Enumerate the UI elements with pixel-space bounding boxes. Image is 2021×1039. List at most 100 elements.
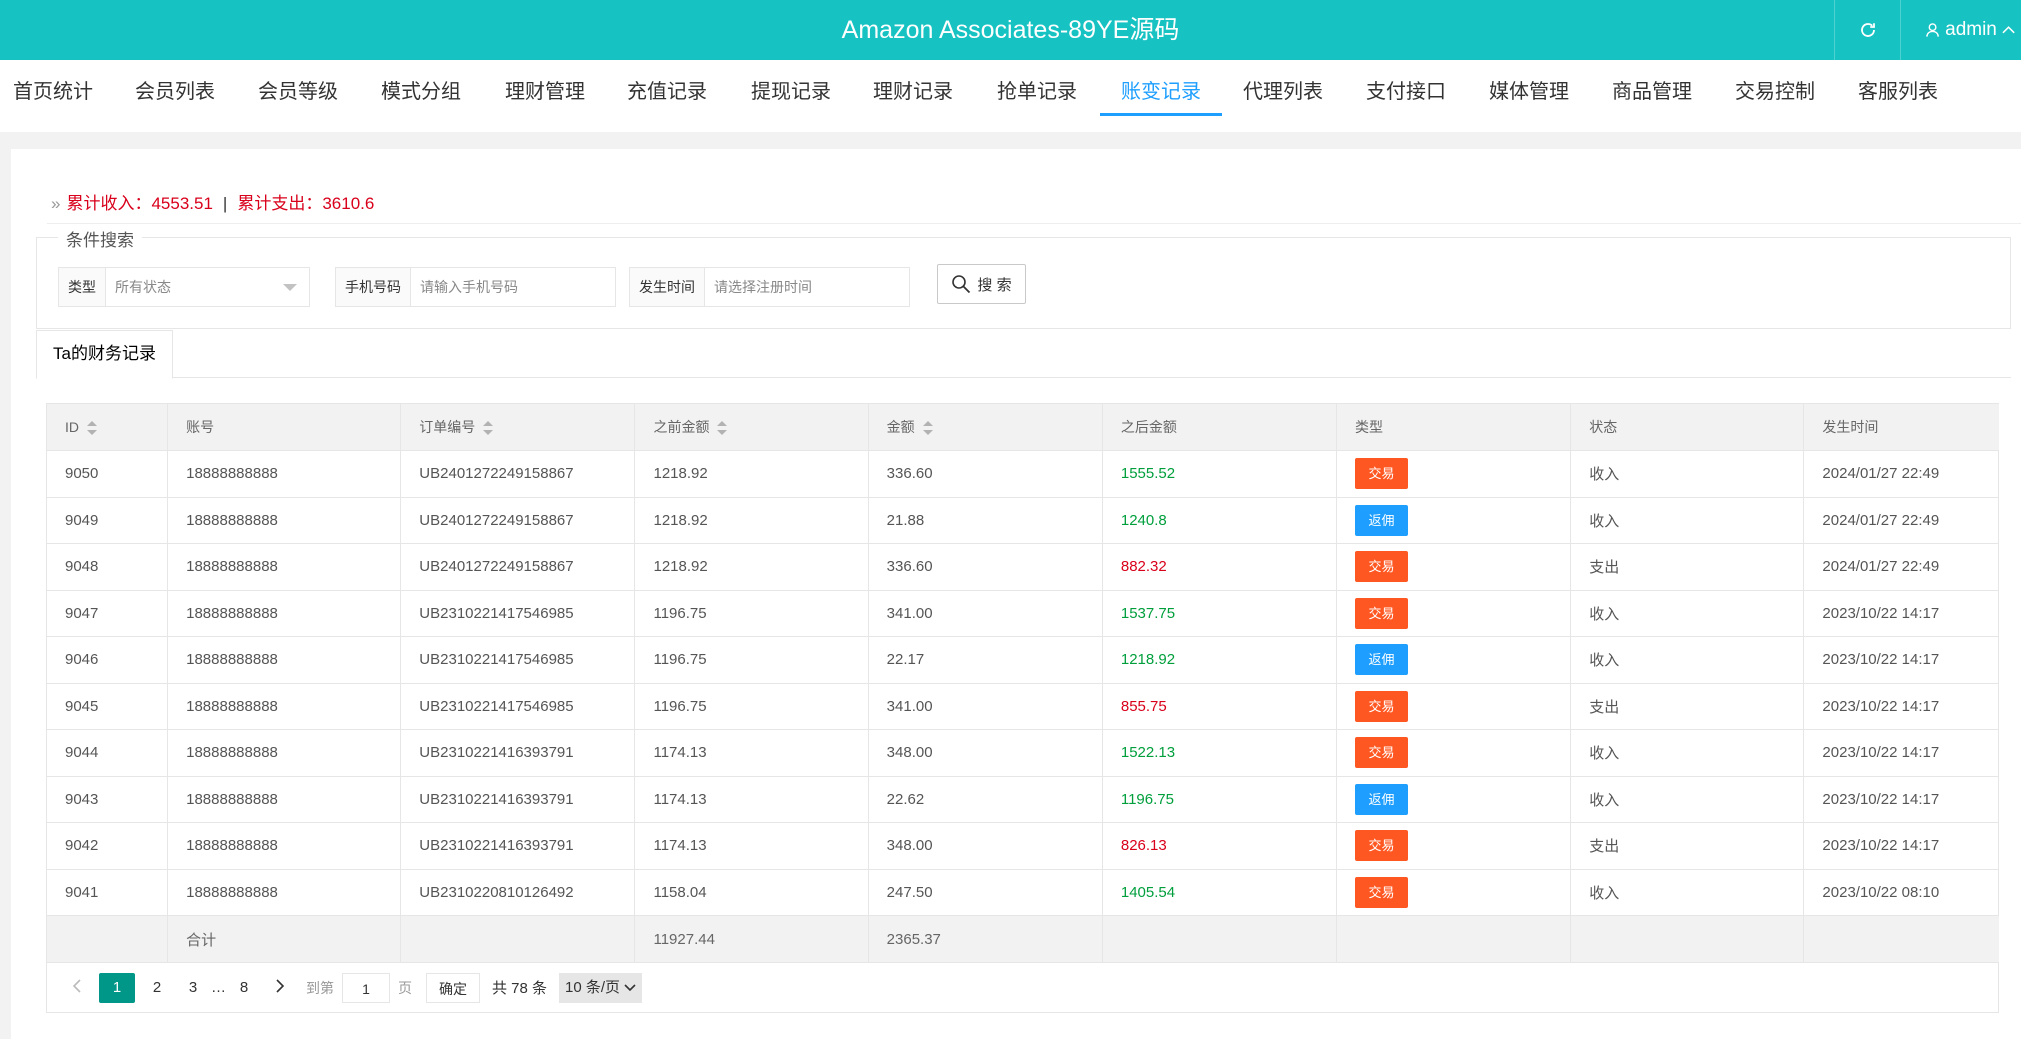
cell-amount: 341.00	[868, 590, 1103, 637]
col-amount[interactable]: 金额	[868, 404, 1103, 451]
nav-item-payment-gateway[interactable]: 支付接口	[1353, 60, 1459, 132]
goto-page-input[interactable]: 1	[342, 972, 390, 1003]
nav-item-recharge-records[interactable]: 充值记录	[614, 60, 720, 132]
trade-badge[interactable]: 交易	[1355, 551, 1409, 583]
summary-separator: |	[222, 194, 228, 213]
cell-id: 9048	[47, 543, 169, 591]
col-account: 账号	[167, 404, 402, 451]
cell-type: 返佣	[1336, 636, 1572, 684]
trade-badge[interactable]: 交易	[1355, 737, 1409, 769]
table-row: 9043 18888888888 UB2310221416393791 1174.13…	[47, 776, 1999, 823]
nav-item-media-manage[interactable]: 媒体管理	[1476, 60, 1582, 132]
col-id[interactable]: ID	[47, 404, 169, 451]
chevron-down-icon	[624, 983, 636, 991]
type-select[interactable]: 所有状态	[106, 268, 309, 306]
cell-type: 交易	[1336, 683, 1572, 730]
sort-icon[interactable]	[87, 421, 97, 436]
total-before-amount: 11927.44	[634, 915, 869, 962]
search-icon	[952, 275, 971, 294]
prev-page-button[interactable]	[59, 973, 95, 1003]
table-total-row: 合计 11927.44 2365.37	[47, 915, 1999, 962]
cell-amount: 22.17	[868, 636, 1103, 684]
sort-icon[interactable]	[483, 421, 494, 436]
sort-icon[interactable]	[717, 421, 728, 436]
nav-item-home-stats[interactable]: 首页统计	[0, 60, 106, 132]
cell-order-no: UB2310221416393791	[400, 776, 636, 823]
nav-item-member-list[interactable]: 会员列表	[122, 60, 228, 132]
nav-item-finance-manage[interactable]: 理财管理	[492, 60, 598, 132]
user-name: admin	[1945, 19, 1997, 40]
total-count: 共 78 条	[492, 980, 548, 997]
page-button-3[interactable]: 3	[175, 973, 211, 1003]
cell-type: 交易	[1336, 450, 1572, 498]
cell-id: 9044	[47, 729, 169, 777]
cell-type: 交易	[1336, 590, 1572, 637]
cell-account: 18888888888	[167, 776, 402, 823]
sort-icon[interactable]	[922, 421, 933, 436]
cell-order-no: UB2310221417546985	[400, 683, 636, 730]
page-button-2[interactable]: 2	[139, 973, 175, 1003]
rebate-badge[interactable]: 返佣	[1355, 504, 1409, 536]
cell-status: 支出	[1570, 822, 1805, 870]
expense-value: 3610.6	[322, 194, 375, 213]
nav-item-member-level[interactable]: 会员等级	[245, 60, 351, 132]
cell-time: 2023/10/22 14:17	[1803, 822, 1999, 870]
cell-account: 18888888888	[167, 729, 402, 777]
trade-badge[interactable]: 交易	[1355, 690, 1409, 722]
cell-account: 18888888888	[167, 590, 402, 637]
cell-amount: 336.60	[868, 450, 1103, 498]
expense-label: 累计支出：	[237, 194, 323, 213]
col-order-no[interactable]: 订单编号	[400, 404, 636, 451]
records-table: ID 账号 订单编号 之前金额 金额 之后金额 类型 状态 发生时间 9050 1…	[46, 403, 1999, 1013]
nav-item-service-list[interactable]: 客服列表	[1845, 60, 1951, 132]
cell-status: 收入	[1570, 729, 1805, 777]
user-menu[interactable]: admin	[1900, 0, 2021, 60]
cell-account: 18888888888	[167, 636, 402, 684]
nav-item-balance-change[interactable]: 账变记录	[1100, 60, 1222, 132]
cell-amount: 348.00	[868, 729, 1103, 777]
nav-item-withdraw-records[interactable]: 提现记录	[738, 60, 844, 132]
next-page-button[interactable]	[262, 973, 298, 1003]
refresh-button[interactable]	[1834, 0, 1900, 60]
cell-amount: 336.60	[868, 543, 1103, 591]
cell-after-amount: 1555.52	[1102, 450, 1338, 498]
cell-account: 18888888888	[167, 869, 402, 916]
cell-order-no: UB2310220810126492	[400, 869, 636, 916]
nav-item-agent-list[interactable]: 代理列表	[1230, 60, 1336, 132]
cell-id: 9049	[47, 497, 169, 544]
per-page-value: 10 条/页	[565, 978, 621, 996]
cell-id: 9041	[47, 869, 169, 916]
cell-before-amount: 1218.92	[634, 450, 869, 498]
cell-before-amount: 1218.92	[634, 497, 869, 544]
page-button-1[interactable]: 1	[99, 972, 135, 1003]
summary-bar: » 累计收入：4553.51 | 累计支出：3610.6	[51, 189, 374, 214]
trade-badge[interactable]: 交易	[1355, 458, 1409, 490]
nav-item-mode-group[interactable]: 模式分组	[368, 60, 474, 132]
trade-badge[interactable]: 交易	[1355, 876, 1409, 908]
cell-time: 2023/10/22 08:10	[1803, 869, 1999, 916]
cell-amount: 348.00	[868, 822, 1103, 870]
nav-item-grab-order-records[interactable]: 抢单记录	[984, 60, 1090, 132]
nav-item-goods-manage[interactable]: 商品管理	[1599, 60, 1705, 132]
search-button[interactable]: 搜 索	[937, 264, 1026, 304]
page-button-last[interactable]: 8	[226, 973, 262, 1003]
cell-time: 2023/10/22 14:17	[1803, 776, 1999, 823]
col-type: 类型	[1336, 404, 1572, 451]
nav-item-finance-records[interactable]: 理财记录	[860, 60, 966, 132]
nav-item-trade-control[interactable]: 交易控制	[1722, 60, 1828, 132]
phone-input[interactable]: 请输入手机号码	[411, 268, 615, 306]
cell-order-no: UB2401272249158867	[400, 543, 636, 591]
trade-badge[interactable]: 交易	[1355, 597, 1409, 629]
chevron-right-icon	[276, 978, 285, 993]
goto-label: 到第	[306, 979, 334, 996]
rebate-badge[interactable]: 返佣	[1355, 783, 1409, 815]
tab-finance-records[interactable]: Ta的财务记录	[36, 330, 173, 379]
col-before-amount[interactable]: 之前金额	[634, 404, 869, 451]
cell-before-amount: 1196.75	[634, 590, 869, 637]
per-page-select[interactable]: 10 条/页	[559, 972, 643, 1003]
goto-confirm-button[interactable]: 确定	[426, 972, 480, 1003]
double-chevron-icon: »	[51, 194, 61, 213]
trade-badge[interactable]: 交易	[1355, 830, 1409, 862]
time-input[interactable]: 请选择注册时间	[705, 268, 909, 306]
rebate-badge[interactable]: 返佣	[1355, 644, 1409, 676]
